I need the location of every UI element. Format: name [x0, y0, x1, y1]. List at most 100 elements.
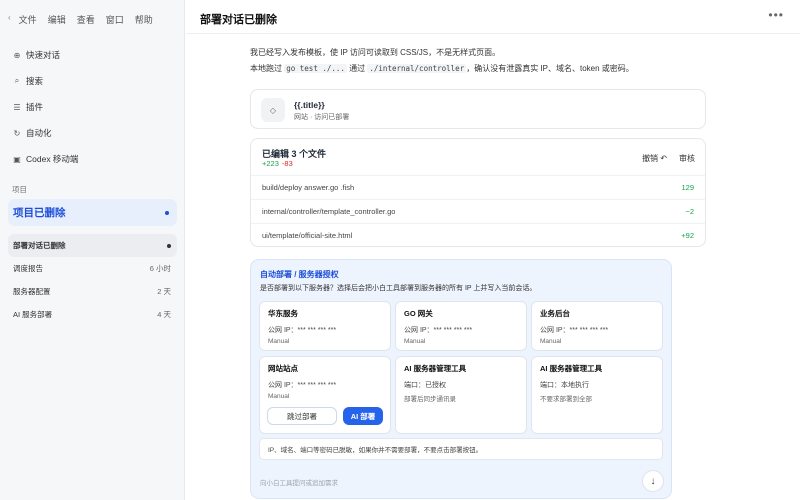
conversation-item[interactable]: 服务器配置 2 天 — [8, 280, 177, 303]
conversation-item[interactable]: 部署对话已删除 — [8, 234, 177, 257]
diff-card: 已编辑 3 个文件 +223 -83 撤销 ↶ 审核 build/deploy a… — [250, 138, 706, 247]
automation-icon: ↻ — [13, 128, 21, 138]
server-card[interactable]: AI 服务器管理工具 端口：已授权 部署后同步通讯录 — [395, 356, 527, 434]
server-name: 网站站点 — [268, 364, 298, 373]
ai-deploy-button[interactable]: AI 部署 — [343, 407, 383, 425]
file-delta: −2 — [685, 207, 694, 216]
projects-section-label: 项目 — [12, 185, 27, 194]
server-name: AI 服务器管理工具 — [540, 364, 603, 373]
project-item[interactable]: 项目已删除 — [8, 199, 177, 226]
server-ip: 公网 IP：*** *** *** *** — [268, 327, 337, 334]
message-text: 本地跑过 — [250, 64, 285, 73]
assistant-message-line: 我已经写入发布模板，使 IP 访问可读取到 CSS/JS，不是无样式页面。 — [250, 48, 501, 57]
menu-help[interactable]: 帮助 — [135, 13, 153, 26]
task-card[interactable]: ◇ {{.title}} 网站 · 访问已部署 — [250, 89, 706, 129]
sidebar-item-label: 搜索 — [26, 76, 44, 86]
codex-icon: ▣ — [13, 154, 21, 164]
panel-description: 是否部署到以下服务器？选择后会把小白工具部署到服务器的所有 IP 上并写入当前会… — [260, 285, 537, 292]
lines-added: +223 — [262, 159, 279, 168]
conversation-title: 调度报告 — [13, 264, 43, 273]
search-icon: ⌕ — [14, 76, 20, 85]
sidebar-item-codex-mobile[interactable]: ▣ Codex 移动端 — [8, 146, 178, 172]
active-dot-icon — [167, 243, 171, 248]
file-path: internal/controller/template_controller.… — [262, 207, 396, 216]
diff-actions: 撤销 ↶ 审核 — [642, 153, 695, 164]
server-card[interactable]: 业务后台 公网 IP：*** *** *** *** Manual — [531, 301, 663, 351]
menu-edit[interactable]: 编辑 — [48, 13, 66, 26]
sidebar-item-plugins[interactable]: ☰ 插件 — [8, 94, 178, 120]
server-name: AI 服务器管理工具 — [404, 364, 467, 373]
task-name: {{.title}} — [294, 100, 325, 110]
diff-file-row[interactable]: ui/template/official-site.html +92 — [251, 223, 705, 247]
sidebar-item-label: 快速对话 — [26, 50, 61, 60]
menubar: ‹ 文件 编辑 查看 窗口 帮助 — [8, 13, 153, 26]
server-name: GO 网关 — [404, 309, 433, 318]
conversation-time: 2 天 — [157, 287, 171, 296]
project-name: 项目已删除 — [13, 207, 66, 219]
file-delta: 129 — [681, 183, 694, 192]
server-name: 华东服务 — [268, 309, 298, 318]
sidebar: ‹ 文件 编辑 查看 窗口 帮助 ⊕ 快速对话 ⌕ 搜索 ☰ 插件 ↻ 自动化 … — [0, 0, 185, 500]
sidebar-item-search[interactable]: ⌕ 搜索 — [8, 68, 178, 94]
main-header: 部署对话已删除 ••• — [186, 0, 800, 34]
panel-title: 自动部署 / 服务器授权 — [260, 270, 339, 279]
sidebar-nav: ⊕ 快速对话 ⌕ 搜索 ☰ 插件 ↻ 自动化 ▣ Codex 移动端 — [8, 42, 178, 172]
web-icon: ◇ — [261, 98, 285, 122]
security-notice: IP、域名、端口等密码已脱敏，如果你并不需要部署，不要点击部署按钮。 — [259, 438, 663, 460]
back-icon[interactable]: ‹ — [8, 13, 11, 26]
page-title: 部署对话已删除 — [200, 14, 277, 26]
new-chat-icon: ⊕ — [13, 50, 21, 60]
file-path: build/deploy answer.go .fish — [262, 183, 355, 192]
diff-file-row[interactable]: build/deploy answer.go .fish 129 — [251, 175, 705, 199]
plugins-icon: ☰ — [13, 102, 21, 112]
undo-button[interactable]: 撤销 ↶ — [642, 153, 667, 164]
deploy-permission-panel: 自动部署 / 服务器授权 是否部署到以下服务器？选择后会把小白工具部署到服务器的… — [250, 259, 672, 499]
message-text: 通过 — [346, 64, 368, 73]
conversation-title: AI 服务部署 — [13, 310, 53, 319]
file-delta: +92 — [681, 231, 694, 240]
review-button[interactable]: 审核 — [679, 153, 695, 164]
server-name: 业务后台 — [540, 309, 570, 318]
sidebar-item-quick-chat[interactable]: ⊕ 快速对话 — [8, 42, 178, 68]
active-dot-icon — [165, 210, 169, 215]
file-path: ui/template/official-site.html — [262, 231, 353, 240]
conversation-item[interactable]: AI 服务部署 4 天 — [8, 303, 177, 326]
inline-code: ./internal/controller — [367, 64, 467, 73]
more-options-icon[interactable]: ••• — [768, 8, 784, 22]
conversation-list: 部署对话已删除 调度报告 6 小时 服务器配置 2 天 AI 服务部署 4 天 — [8, 234, 177, 326]
inline-code: go test ./... — [284, 64, 347, 73]
server-detail: 端口：已授权 — [404, 382, 446, 389]
conversation-title: 部署对话已删除 — [13, 241, 66, 250]
server-ip: 公网 IP：*** *** *** *** — [540, 327, 609, 334]
menu-window[interactable]: 窗口 — [106, 13, 124, 26]
composer-input[interactable]: 向小白工具提问或追加需求 — [260, 477, 338, 487]
lines-removed: -83 — [281, 159, 293, 168]
server-mode: Manual — [268, 338, 290, 345]
conversation-time: 6 小时 — [149, 264, 171, 273]
sidebar-item-label: 自动化 — [26, 128, 52, 138]
message-text: ，确认没有泄露真实 IP、域名、token 或密码。 — [466, 64, 634, 73]
server-ip: 公网 IP：*** *** *** *** — [404, 327, 473, 334]
task-subtitle: 网站 · 访问已部署 — [294, 114, 350, 121]
diff-file-row[interactable]: internal/controller/template_controller.… — [251, 199, 705, 223]
sidebar-item-label: Codex 移动端 — [26, 154, 79, 164]
conversation-title: 服务器配置 — [13, 287, 51, 296]
sidebar-item-label: 插件 — [26, 102, 44, 112]
server-ip: 公网 IP：*** *** *** *** — [268, 382, 337, 389]
server-card[interactable]: GO 网关 公网 IP：*** *** *** *** Manual — [395, 301, 527, 351]
assistant-message-line: 本地跑过 go test ./... 通过 ./internal/control… — [250, 63, 710, 75]
server-detail: 不要求部署到全部 — [540, 396, 592, 403]
server-card[interactable]: AI 服务器管理工具 端口：本地执行 不要求部署到全部 — [531, 356, 663, 434]
server-detail: 部署后同步通讯录 — [404, 396, 456, 403]
server-detail: 端口：本地执行 — [540, 382, 589, 389]
menu-view[interactable]: 查看 — [77, 13, 95, 26]
skip-deploy-button[interactable]: 跳过部署 — [267, 407, 337, 425]
menu-file[interactable]: 文件 — [19, 13, 37, 26]
server-mode: Manual — [268, 393, 290, 400]
sidebar-item-automation[interactable]: ↻ 自动化 — [8, 120, 178, 146]
conversation-item[interactable]: 调度报告 6 小时 — [8, 257, 177, 280]
diff-stats: +223 -83 — [262, 159, 293, 168]
scroll-down-icon[interactable]: ↓ — [642, 470, 664, 492]
conversation-time: 4 天 — [157, 310, 171, 319]
server-card[interactable]: 华东服务 公网 IP：*** *** *** *** Manual — [259, 301, 391, 351]
